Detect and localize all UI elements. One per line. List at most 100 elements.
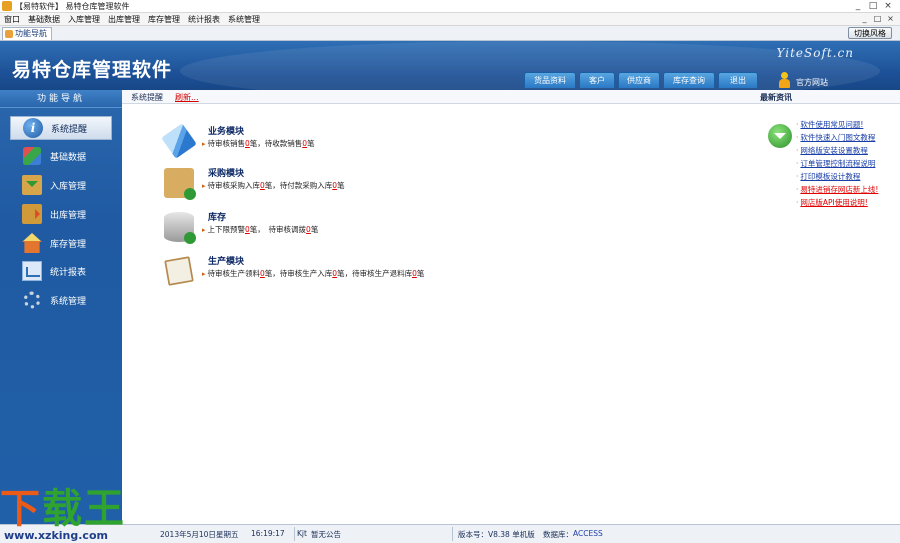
app-banner: 易特仓库管理软件 YiteSoft.cn 货品资料 客户 供应商 库存查询 退出… [0,41,900,90]
stock-query-button[interactable]: 库存查询 [663,72,715,88]
news-link[interactable]: 网店版API使用说明! [800,198,867,207]
menu-inventory[interactable]: 库存管理 [144,14,184,25]
news-item[interactable]: · 订单管理控制流程说明 [796,157,878,170]
warehouse-icon [22,233,42,253]
module-summary: ▸ 上下限预警0笔， 待审核调拨0笔 [202,224,318,235]
close-button[interactable]: × [882,1,894,12]
brand-title: 易特仓库管理软件 [12,59,173,81]
menu-outbound[interactable]: 出库管理 [104,14,144,25]
bullet-icon: · [796,172,799,181]
module-summary: ▸ 待审核采购入库0笔，待付款采购入库0笔 [202,180,345,191]
sidebar-item-inbound[interactable]: 入库管理 [10,173,112,197]
bullet-arrow-icon: ▸ [202,140,206,148]
module-production: 生产模块 ▸ 待审核生产领料0笔，待审核生产入库0笔，待审核生产退料库0笔 [164,254,464,290]
minimize-button[interactable]: _ [852,1,864,12]
refresh-link[interactable]: 刷新... [175,92,199,103]
summary-text: 待审核采购入库 [207,181,261,190]
summary-text: 笔，待审核生产退料库 [337,269,413,278]
summary-text: 笔 [416,269,425,278]
chart-icon [22,261,42,281]
news-item[interactable]: · 网络版安装设置教程 [796,144,878,157]
site-watermark: 下载王 www.xzking.com [0,474,160,543]
status-separator [452,527,453,541]
official-site-label: 官方网站 [796,78,828,87]
official-site-link[interactable]: 官方网站 [778,71,828,88]
module-title[interactable]: 生产模块 [208,254,244,267]
summary-text: 待审核生产领料 [207,269,261,278]
sidebar-item-label: 出库管理 [50,210,87,221]
bullet-icon: · [796,185,799,194]
customer-button[interactable]: 客户 [579,72,615,88]
menu-reports[interactable]: 统计报表 [184,14,224,25]
news-item[interactable]: · 易特进销存网店新上线! [796,183,878,196]
content-header: 系统提醒 刷新... 最新资讯 [122,90,900,104]
goods-button[interactable]: 货品资料 [524,72,576,88]
switch-style-button[interactable]: 切换风格 [848,27,892,39]
menu-system[interactable]: 系统管理 [224,14,264,25]
top-nav-buttons: 货品资料 客户 供应商 库存查询 退出 [524,72,758,88]
sidebar-item-label: 系统提醒 [51,124,88,135]
sidebar: 功能导航 系统提醒 基础数据 入库管理 出库管理 库存管理 统计报表 系统管理 [0,90,122,524]
database-icon [164,212,196,244]
module-title[interactable]: 业务模块 [208,124,244,137]
watermark-logo-part: 下 [0,486,42,532]
mdi-restore-button[interactable]: □ [872,14,883,23]
sidebar-title: 功能导航 [0,90,122,108]
sidebar-item-label: 基础数据 [50,152,87,163]
sidebar-item-label: 系统管理 [50,296,87,307]
tab-icon [5,30,13,38]
status-time: 16:19:17 [251,529,285,538]
module-title[interactable]: 采购模块 [208,166,244,179]
module-purchase: 采购模块 ▸ 待审核采购入库0笔，待付款采购入库0笔 [164,166,464,202]
summary-text: 笔 [310,225,319,234]
news-item[interactable]: · 软件快速入门图文教程 [796,131,878,144]
clipboard-icon [164,256,194,286]
sidebar-item-outbound[interactable]: 出库管理 [10,202,112,226]
tab-function-nav[interactable]: 功能导航 [2,27,52,40]
sidebar-item-basic-data[interactable]: 基础数据 [10,144,112,168]
maximize-button[interactable]: □ [867,1,879,12]
status-notice[interactable]: 暂无公告 [311,529,341,540]
watermark-logo-part: 载王 [42,486,126,532]
summary-text: 笔，待审核生产入库 [264,269,333,278]
person-icon [778,71,791,88]
box-in-icon [22,175,42,195]
summary-text: 笔，待收款销售 [249,139,303,148]
news-item[interactable]: · 网店版API使用说明! [796,196,878,209]
supplier-button[interactable]: 供应商 [618,72,660,88]
news-link[interactable]: 易特进销存网店新上线! [800,185,878,194]
module-summary: ▸ 待审核生产领料0笔，待审核生产入库0笔，待审核生产退料库0笔 [202,268,424,279]
bullet-icon: · [796,133,799,142]
news-link[interactable]: 打印模板设计教程 [800,172,860,181]
summary-text: 笔 [307,139,315,148]
menu-inbound[interactable]: 入库管理 [64,14,104,25]
mdi-close-button[interactable]: × [885,14,896,23]
sidebar-item-inventory[interactable]: 库存管理 [10,231,112,255]
news-item[interactable]: · 打印模板设计教程 [796,170,878,183]
menu-bar: 窗口 基础数据 入库管理 出库管理 库存管理 统计报表 系统管理 _ □ × [0,13,900,26]
box-out-icon [22,204,42,224]
exit-button[interactable]: 退出 [718,72,758,88]
sidebar-item-system-tip[interactable]: 系统提醒 [10,116,112,140]
news-link[interactable]: 网络版安装设置教程 [800,146,868,155]
mdi-minimize-button[interactable]: _ [859,14,870,23]
news-link[interactable]: 软件快速入门图文教程 [800,133,875,142]
news-link[interactable]: 软件使用常见问题! [800,120,863,129]
news-title: 最新资讯 [760,93,792,102]
menu-basic-data[interactable]: 基础数据 [24,14,64,25]
summary-text: 笔，待付款采购入库 [264,181,333,190]
mdi-controls: _ □ × [859,14,896,23]
menu-window[interactable]: 窗口 [0,14,24,25]
sidebar-item-reports[interactable]: 统计报表 [10,259,112,283]
module-title[interactable]: 库存 [208,210,226,223]
status-date: 2013年5月10日 [160,530,216,539]
watermark-url: www.xzking.com [4,529,108,542]
bullet-arrow-icon: ▸ [202,226,206,234]
news-item[interactable]: · 软件使用常见问题! [796,118,878,131]
bullet-icon: · [796,198,799,207]
news-list: · 软件使用常见问题! · 软件快速入门图文教程 · 网络版安装设置教程 · 订单管理控… [796,118,878,209]
sidebar-item-system[interactable]: 系统管理 [10,288,112,312]
module-inventory: 库存 ▸ 上下限预警0笔， 待审核调拨0笔 [164,210,464,246]
status-db-label: 数据库： [543,530,573,539]
news-link[interactable]: 订单管理控制流程说明 [800,159,875,168]
